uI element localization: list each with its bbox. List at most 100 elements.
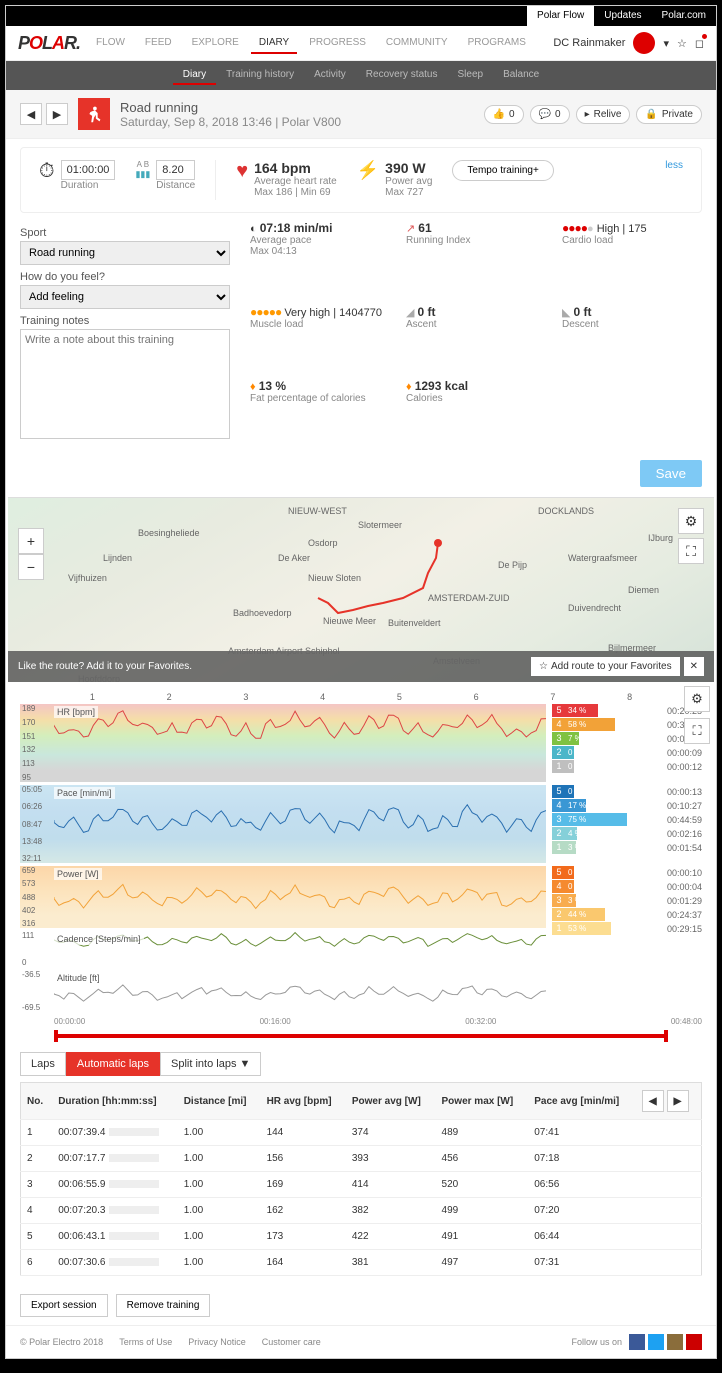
map-place-label: Badhoevedorp	[233, 608, 292, 618]
lap-tab[interactable]: Split into laps ▼	[160, 1052, 261, 1076]
remove-button[interactable]: Remove training	[116, 1294, 211, 1317]
lap-col-header[interactable]: Duration [hh:mm:ss]	[52, 1083, 178, 1120]
privacy-button[interactable]: 🔒Private	[636, 105, 702, 124]
footer-link[interactable]: Terms of Use	[119, 1337, 172, 1347]
topbar-link[interactable]: Polar Flow	[527, 6, 594, 26]
zoom-out-button[interactable]: −	[18, 554, 44, 580]
lap-row[interactable]: 400:07:20.31.0016238249907:20	[21, 1198, 702, 1224]
subnav-link[interactable]: Sleep	[448, 66, 494, 85]
lap-col-header[interactable]: HR avg [bpm]	[261, 1083, 346, 1120]
topbar-link[interactable]: Updates	[594, 6, 651, 26]
map-place-label: Diemen	[628, 585, 659, 595]
mainnav-link[interactable]: EXPLORE	[184, 33, 247, 54]
chart-Cadence [Steps/min][interactable]: 1110Cadence [Steps/min]	[20, 931, 546, 967]
lap-row[interactable]: 200:07:17.71.0015639345607:18	[21, 1146, 702, 1172]
favorite-icon[interactable]: ☆	[677, 37, 687, 50]
less-link[interactable]: less	[665, 160, 683, 171]
map-place-label: AMSTERDAM-ZUID	[428, 593, 510, 603]
mainnav-link[interactable]: PROGRESS	[301, 33, 374, 54]
zone-summary: 534 %00:20:25458 %00:34:4437 %00:03:5920…	[552, 704, 702, 782]
prev-session-button[interactable]: ◀	[20, 103, 42, 125]
main-nav: FLOWFEEDEXPLOREDIARYPROGRESSCOMMUNITYPRO…	[88, 33, 534, 54]
mainnav-link[interactable]: FEED	[137, 33, 180, 54]
twitter-icon[interactable]	[648, 1334, 664, 1350]
lap-tab[interactable]: Laps	[20, 1052, 66, 1076]
map-place-label: DOCKLANDS	[538, 506, 594, 516]
mainnav-link[interactable]: PROGRAMS	[460, 33, 534, 54]
laps-table: No.Duration [hh:mm:ss]Distance [mi]HR av…	[20, 1082, 702, 1276]
lap-prev-button[interactable]: ◀	[642, 1090, 664, 1112]
mainnav-link[interactable]: DIARY	[251, 33, 297, 54]
chart-Altitude [ft][interactable]: -36.5-69.5Altitude [ft]	[20, 970, 546, 1012]
chart-fullscreen-button[interactable]: ⛶	[684, 718, 710, 744]
lap-row[interactable]: 100:07:39.41.0014437448907:41	[21, 1120, 702, 1146]
facebook-icon[interactable]	[629, 1334, 645, 1350]
distance-icon: ▮▮▮	[135, 169, 150, 180]
feel-select[interactable]: Add feeling	[20, 285, 230, 309]
subnav-link[interactable]: Activity	[304, 66, 356, 85]
user-name[interactable]: DC Rainmaker	[553, 37, 625, 49]
map-place-label: Vijfhuizen	[68, 573, 107, 583]
fullscreen-button[interactable]: ⛶	[678, 538, 704, 564]
lap-col-header[interactable]: Power avg [W]	[346, 1083, 436, 1120]
mainnav-link[interactable]: FLOW	[88, 33, 133, 54]
export-button[interactable]: Export session	[20, 1294, 108, 1317]
star-icon: ☆	[539, 661, 548, 672]
topbar-link[interactable]: Polar.com	[652, 6, 716, 26]
lap-col-header[interactable]: No.	[21, 1083, 53, 1120]
copyright: © Polar Electro 2018	[20, 1337, 103, 1347]
zone-summary: 50 %00:00:1040 %00:00:0433 %00:01:29244 …	[552, 866, 702, 928]
comment-button[interactable]: 💬0	[530, 105, 570, 124]
sport-select[interactable]: Road running	[20, 241, 230, 265]
map-place-label: Nieuwe Meer	[323, 616, 376, 626]
notification-icon[interactable]: ◻	[695, 37, 704, 50]
youtube-icon[interactable]	[686, 1334, 702, 1350]
dropdown-icon[interactable]: ▾	[663, 37, 669, 50]
map-place-label: De Aker	[278, 553, 310, 563]
close-banner-button[interactable]: ✕	[684, 657, 704, 676]
lap-col-header[interactable]: Distance [mi]	[178, 1083, 261, 1120]
map-place-label: Amsterdam Airport Schiphol	[228, 646, 340, 656]
route-map[interactable]: + − ⚙ ⛶ Like the route? Add it to your F…	[8, 497, 714, 682]
map-place-label: IJburg	[648, 533, 673, 543]
notes-label: Training notes	[20, 315, 230, 327]
cardio-dots-icon: ●●●●	[562, 221, 587, 235]
map-settings-button[interactable]: ⚙	[678, 508, 704, 534]
map-place-label: Lijnden	[103, 553, 132, 563]
relive-button[interactable]: ▸Relive	[576, 105, 631, 124]
tempo-training-button[interactable]: Tempo training+	[452, 160, 553, 181]
footer-link[interactable]: Customer care	[262, 1337, 321, 1347]
map-place-label: Duivendrecht	[568, 603, 621, 613]
save-button[interactable]: Save	[640, 460, 702, 487]
instagram-icon[interactable]	[667, 1334, 683, 1350]
next-session-button[interactable]: ▶	[46, 103, 68, 125]
zoom-in-button[interactable]: +	[18, 528, 44, 554]
summary-bar: ⏱ 01:00:00 Duration A B ▮▮▮ 8.20 Distanc…	[20, 147, 702, 213]
subnav-link[interactable]: Diary	[173, 66, 216, 85]
lap-col-header[interactable]: Pace avg [min/mi]	[528, 1083, 636, 1120]
lap-row[interactable]: 600:07:30.61.0016438149707:31	[21, 1250, 702, 1276]
chart-settings-button[interactable]: ⚙	[684, 686, 710, 712]
lap-col-header[interactable]: Power max [W]	[436, 1083, 529, 1120]
like-button[interactable]: 👍0	[484, 105, 524, 124]
chart-HR [bpm][interactable]: 18917015113211395HR [bpm]	[20, 704, 546, 782]
subnav-link[interactable]: Balance	[493, 66, 549, 85]
lap-tab[interactable]: Automatic laps	[66, 1052, 160, 1076]
footer-link[interactable]: Privacy Notice	[188, 1337, 246, 1347]
map-place-label: Bijlmermeer	[608, 643, 656, 653]
distance-value[interactable]: 8.20	[156, 160, 195, 180]
add-favorite-button[interactable]: ☆Add route to your Favorites	[531, 657, 680, 676]
subnav-link[interactable]: Training history	[216, 66, 304, 85]
running-index-icon: ↗	[406, 223, 415, 235]
subnav-link[interactable]: Recovery status	[356, 66, 448, 85]
mainnav-link[interactable]: COMMUNITY	[378, 33, 456, 54]
time-slider[interactable]	[54, 1034, 668, 1038]
notes-textarea[interactable]	[20, 329, 230, 439]
lap-row[interactable]: 300:06:55.91.0016941452006:56	[21, 1172, 702, 1198]
avatar[interactable]	[633, 32, 655, 54]
lap-row[interactable]: 500:06:43.11.0017342249106:44	[21, 1224, 702, 1250]
duration-value[interactable]: 01:00:00	[61, 160, 116, 180]
lap-next-button[interactable]: ▶	[667, 1090, 689, 1112]
chart-Pace [min/mi][interactable]: 05:0506:2608:4713:4832:11Pace [min/mi]	[20, 785, 546, 863]
chart-Power [W][interactable]: 659573488402316Power [W]	[20, 866, 546, 928]
